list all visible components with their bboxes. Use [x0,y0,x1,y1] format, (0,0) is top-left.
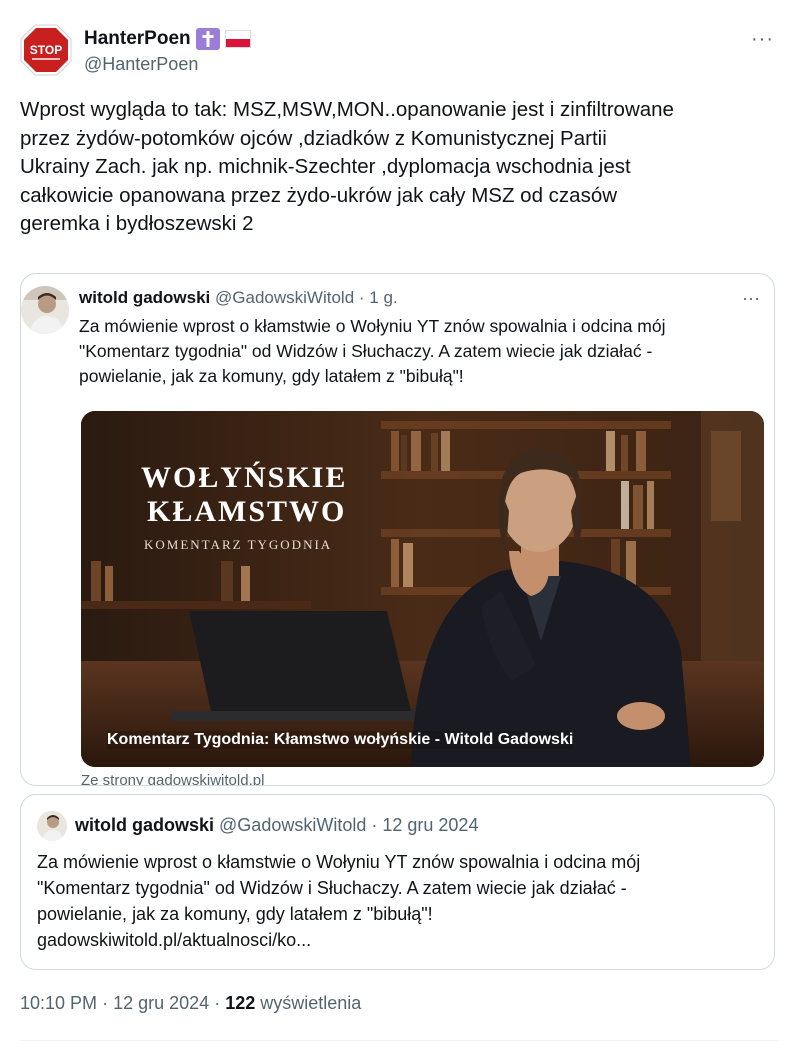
cross-icon [195,28,220,50]
views-label: wyświetlenia [260,993,362,1013]
stop-sign-text: STOP [30,43,62,57]
author-display-name[interactable]: HanterPoen [84,28,191,50]
embedded-author-avatar[interactable] [37,811,67,841]
media-subtitle: KOMENTARZ TYGODNIA [144,537,333,552]
tweet-header: STOP HanterPoen @HanterPoen ··· [20,22,778,82]
meta-separator: · [214,993,221,1013]
author-handle[interactable]: @HanterPoen [84,54,198,75]
quoted-author-handle[interactable]: @GadowskiWitold [215,288,354,307]
media-caption: Komentarz Tygodnia: Kłamstwo wołyńskie -… [107,731,574,749]
author-avatar[interactable]: STOP [20,24,72,76]
tweet-meta: 10:10 PM · 12 gru 2024 · 122 wyświetleni… [20,993,361,1014]
embedded-author-handle[interactable]: @GadowskiWitold [219,815,366,835]
meta-separator: · [102,993,109,1013]
embedded-tweet-card[interactable]: witold gadowski @GadowskiWitold · 12 gru… [20,794,775,970]
quoted-more-options-icon[interactable]: ··· [742,288,760,309]
quoted-timestamp[interactable]: · 1 g. [359,288,398,307]
link-source[interactable]: Ze strony gadowskiwitold.pl [81,772,264,785]
author-name-row: HanterPoen [84,28,251,50]
tweet-text: Wprost wygląda to tak: MSZ,MSW,MON..opan… [20,98,674,235]
quoted-author-name[interactable]: witold gadowski [79,288,210,307]
views-count: 122 [225,993,256,1013]
quoted-tweet-text: Za mówienie wprost o kłamstwie o Wołyniu… [79,316,666,386]
tweet-date[interactable]: 12 gru 2024 [113,993,209,1013]
embedded-author-name[interactable]: witold gadowski [75,815,214,835]
quoted-tweet-card[interactable]: witold gadowski @GadowskiWitold · 1 g. ·… [20,273,775,786]
embedded-timestamp[interactable]: · 12 gru 2024 [371,815,478,835]
tweet-time[interactable]: 10:10 PM [20,993,97,1013]
more-options-icon[interactable]: ··· [751,28,774,51]
quoted-author-row: witold gadowski @GadowskiWitold · 1 g. [79,288,398,308]
media-title-line-2: KŁAMSTWO [147,495,347,528]
quoted-media-thumbnail[interactable]: WOŁYŃSKIE KŁAMSTWO KOMENTARZ TYGODNIA Ko… [81,411,764,767]
poland-flag-icon [224,30,251,48]
media-title-line-1: WOŁYŃSKIE [141,461,348,494]
embedded-author-row: witold gadowski @GadowskiWitold · 12 gru… [75,815,478,836]
quoted-author-avatar[interactable] [21,286,69,334]
embedded-tweet-text: Za mówienie wprost o kłamstwie o Wołyniu… [37,852,641,950]
divider [20,1040,778,1041]
